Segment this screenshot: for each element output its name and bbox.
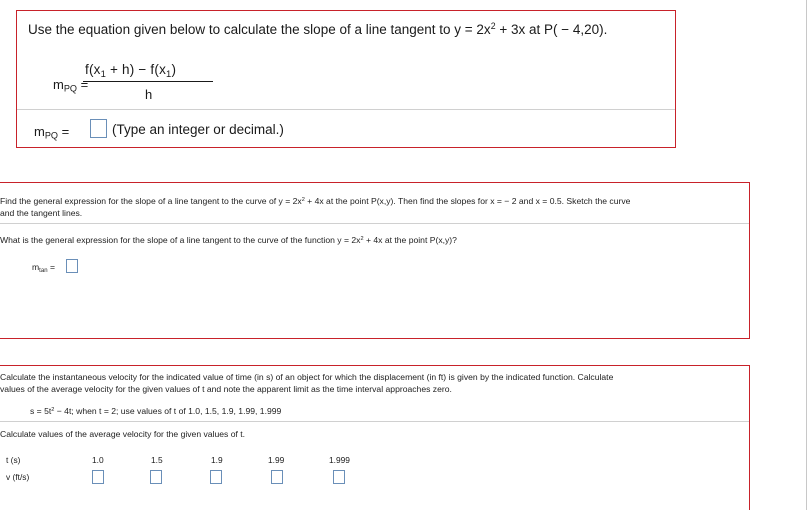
t-value-1: 1.0 — [92, 455, 104, 465]
sub-question-text: Calculate values of the average velocity… — [0, 429, 246, 439]
question-panel-tangent-general: Find the general expression for the slop… — [0, 182, 750, 339]
question-panel-velocity: Calculate the instantaneous velocity for… — [0, 365, 750, 510]
divider — [0, 223, 749, 224]
v-input-2[interactable] — [150, 470, 162, 484]
question-text-line1: Calculate the instantaneous velocity for… — [0, 372, 614, 382]
question-text-line2: values of the average velocity for the g… — [0, 384, 452, 394]
fraction-denominator: h — [145, 87, 153, 102]
v-input-4[interactable] — [271, 470, 283, 484]
v-input-5[interactable] — [333, 470, 345, 484]
answer-format-hint: (Type an integer or decimal.) — [112, 122, 284, 137]
t-value-2: 1.5 — [151, 455, 163, 465]
t-value-5: 1.999 — [329, 455, 350, 465]
m-tan-input[interactable] — [66, 259, 78, 273]
t-value-3: 1.9 — [211, 455, 223, 465]
m-pq-label: mPQ = — [53, 77, 89, 94]
t-row-label: t (s) — [6, 455, 21, 465]
fraction-bar — [83, 81, 213, 82]
page-right-border — [806, 0, 807, 510]
question-text-line1: Find the general expression for the slop… — [0, 196, 631, 206]
sub-question-text: What is the general expression for the s… — [0, 235, 457, 245]
question-panel-slope-equation: Use the equation given below to calculat… — [16, 10, 676, 148]
divider — [0, 421, 749, 422]
divider — [17, 109, 675, 110]
v-row-label: v (ft/s) — [6, 472, 30, 482]
m-pq-answer-input[interactable] — [90, 119, 107, 138]
question-text-line2: and the tangent lines. — [0, 208, 83, 218]
displacement-function: s = 5t2 − 4t; when t = 2; use values of … — [30, 406, 282, 416]
v-input-1[interactable] — [92, 470, 104, 484]
m-pq-answer-label: mPQ = — [34, 124, 70, 141]
v-input-3[interactable] — [210, 470, 222, 484]
fraction-numerator: f(x1 + h) − f(x1) — [85, 62, 177, 80]
t-value-4: 1.99 — [268, 455, 285, 465]
m-tan-label: mtan = — [32, 262, 55, 274]
question-prompt: Use the equation given below to calculat… — [28, 21, 608, 37]
